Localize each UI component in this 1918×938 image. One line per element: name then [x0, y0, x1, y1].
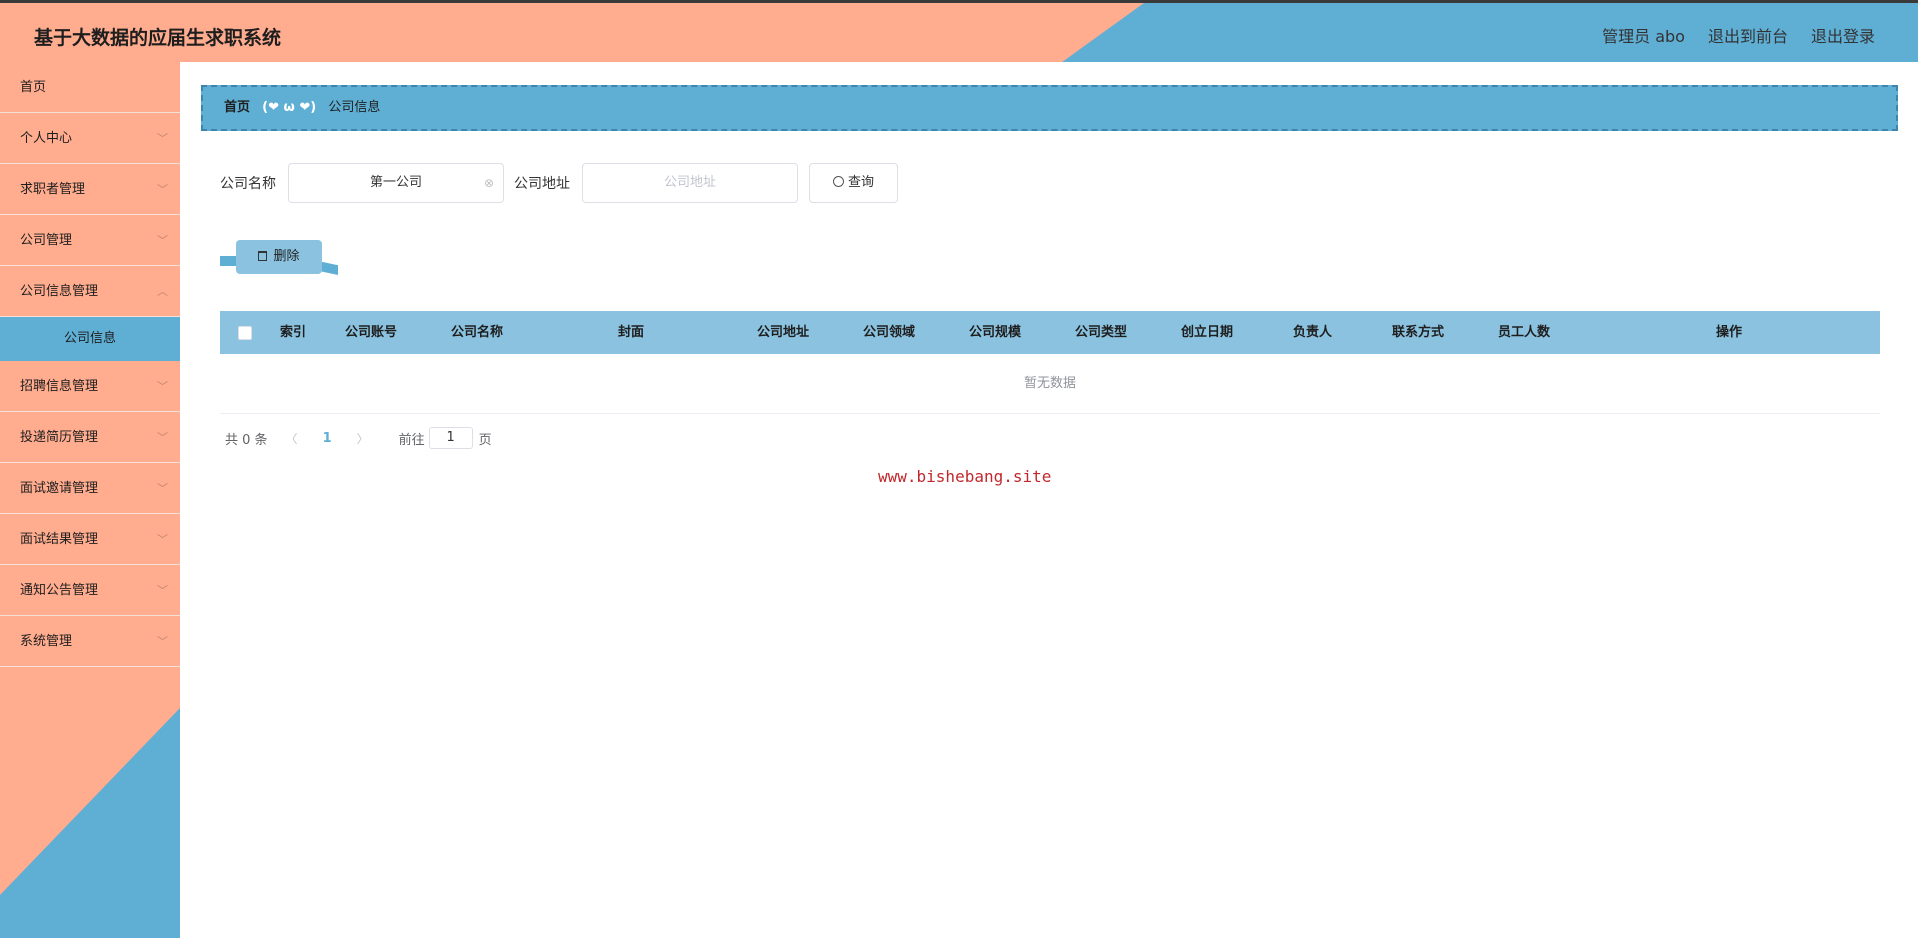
- column-header: 员工人数: [1498, 325, 1551, 340]
- company-info-table: 索引 公司账号 公司名称 封面 公司地址 公司领域 公司规模 公司类型 创立日期…: [220, 311, 1880, 414]
- sidebar-item-company-info-mgmt[interactable]: 公司信息管理 ︿: [0, 266, 180, 317]
- column-header: 公司账号: [345, 325, 398, 340]
- next-page-icon[interactable]: 〉: [357, 430, 369, 447]
- delete-button[interactable]: 删除: [236, 240, 322, 274]
- sidebar-item-label: 通知公告管理: [20, 583, 99, 598]
- company-address-input[interactable]: 公司地址: [582, 163, 798, 203]
- company-name-input[interactable]: 第一公司 ⊗: [288, 163, 504, 203]
- chevron-down-icon: ﹀: [157, 431, 168, 444]
- table-header: 索引 公司账号 公司名称 封面 公司地址 公司领域 公司规模 公司类型 创立日期…: [220, 311, 1880, 354]
- delete-button-label: 删除: [273, 249, 300, 264]
- empty-placeholder: 暂无数据: [220, 354, 1880, 414]
- company-name-label: 公司名称: [220, 176, 276, 192]
- chevron-down-icon: ﹀: [157, 584, 168, 597]
- column-header: 公司规模: [969, 325, 1022, 340]
- sidebar-item-personal-center[interactable]: 个人中心 ﹀: [0, 113, 180, 164]
- sidebar-item-label: 面试结果管理: [20, 532, 99, 547]
- query-button[interactable]: 查询: [809, 163, 898, 203]
- logout-link[interactable]: 退出登录: [1811, 23, 1875, 47]
- sidebar-item-label: 招聘信息管理: [20, 379, 99, 394]
- sidebar-item-label: 投递简历管理: [20, 430, 99, 445]
- sidebar-item-label: 求职者管理: [20, 182, 86, 197]
- sidebar-item-label: 系统管理: [20, 634, 73, 649]
- sidebar-item-home[interactable]: 首页: [0, 62, 180, 113]
- sidebar-item-label: 公司信息: [63, 331, 116, 346]
- pagination: 共 0 条 〈 1 〉 前往 1 页: [225, 427, 492, 449]
- trash-icon: [258, 251, 268, 261]
- page-suffix: 页: [478, 432, 492, 448]
- goto-label: 前往: [398, 432, 425, 448]
- pagination-total: 共 0 条: [225, 432, 268, 448]
- current-user[interactable]: 管理员 abo: [1602, 23, 1685, 47]
- sidebar-subitem-company-info[interactable]: 公司信息: [0, 317, 180, 361]
- breadcrumb-home[interactable]: 首页: [224, 100, 250, 115]
- sidebar-item-recruitment[interactable]: 招聘信息管理 ﹀: [0, 361, 180, 412]
- sidebar-item-resume-submissions[interactable]: 投递简历管理 ﹀: [0, 412, 180, 463]
- clear-icon[interactable]: ⊗: [484, 164, 494, 202]
- chevron-down-icon: ﹀: [157, 183, 168, 196]
- chevron-down-icon: ﹀: [157, 380, 168, 393]
- sidebar-item-announcements[interactable]: 通知公告管理 ﹀: [0, 565, 180, 616]
- prev-page-icon[interactable]: 〈: [286, 430, 298, 447]
- top-header: 基于大数据的应届生求职系统 管理员 abo 退出到前台 退出登录: [0, 0, 1918, 62]
- sidebar-item-label: 公司信息管理: [20, 284, 99, 299]
- company-address-placeholder: 公司地址: [663, 175, 716, 190]
- sidebar-item-interview-invitations[interactable]: 面试邀请管理 ﹀: [0, 463, 180, 514]
- chevron-up-icon: ︿: [157, 285, 168, 298]
- column-header: 索引: [280, 325, 307, 340]
- chevron-down-icon: ﹀: [157, 132, 168, 145]
- sidebar-item-job-seekers[interactable]: 求职者管理 ﹀: [0, 164, 180, 215]
- search-form: 公司名称 第一公司 ⊗ 公司地址 公司地址 查询: [220, 163, 898, 203]
- breadcrumb-separator: (❤ ω ❤): [262, 100, 317, 115]
- page-number[interactable]: 1: [323, 431, 332, 446]
- search-icon: [832, 176, 844, 187]
- column-header: 负责人: [1293, 325, 1333, 340]
- sidebar-item-label: 公司管理: [20, 233, 73, 248]
- sidebar-item-system[interactable]: 系统管理 ﹀: [0, 616, 180, 667]
- column-header: 封面: [618, 325, 645, 340]
- sidebar: 首页 个人中心 ﹀ 求职者管理 ﹀ 公司管理 ﹀ 公司信息管理 ︿ 公司信息 招聘信息管…: [0, 62, 180, 938]
- column-header: 操作: [1716, 325, 1743, 340]
- breadcrumb-current: 公司信息: [328, 100, 381, 115]
- column-header: 公司名称: [451, 325, 504, 340]
- sidebar-item-companies[interactable]: 公司管理 ﹀: [0, 215, 180, 266]
- watermark: www.bishebang.site: [878, 467, 1052, 486]
- chevron-down-icon: ﹀: [157, 234, 168, 247]
- chevron-down-icon: ﹀: [157, 635, 168, 648]
- sidebar-menu: 首页 个人中心 ﹀ 求职者管理 ﹀ 公司管理 ﹀ 公司信息管理 ︿ 公司信息 招聘信息管…: [0, 62, 180, 667]
- goto-page-input[interactable]: 1: [428, 427, 473, 449]
- company-address-label: 公司地址: [514, 176, 570, 192]
- chevron-down-icon: ﹀: [157, 482, 168, 495]
- breadcrumb: 首页 (❤ ω ❤) 公司信息: [201, 85, 1898, 131]
- column-header: 创立日期: [1181, 325, 1234, 340]
- column-header: 公司地址: [757, 325, 810, 340]
- column-header: 联系方式: [1392, 325, 1445, 340]
- query-button-label: 查询: [847, 175, 874, 190]
- column-header: 公司类型: [1075, 325, 1128, 340]
- select-all-checkbox[interactable]: [238, 326, 252, 340]
- sidebar-decoration: [0, 708, 180, 938]
- company-name-value: 第一公司: [369, 175, 422, 190]
- exit-to-front-link[interactable]: 退出到前台: [1708, 23, 1788, 47]
- sidebar-item-label: 个人中心: [20, 131, 73, 146]
- chevron-down-icon: ﹀: [157, 533, 168, 546]
- column-header: 公司领域: [863, 325, 916, 340]
- app-title: 基于大数据的应届生求职系统: [34, 27, 282, 49]
- sidebar-item-label: 首页: [20, 80, 47, 95]
- sidebar-item-interview-results[interactable]: 面试结果管理 ﹀: [0, 514, 180, 565]
- sidebar-item-label: 面试邀请管理: [20, 481, 99, 496]
- header-actions: 管理员 abo 退出到前台 退出登录: [1602, 23, 1918, 47]
